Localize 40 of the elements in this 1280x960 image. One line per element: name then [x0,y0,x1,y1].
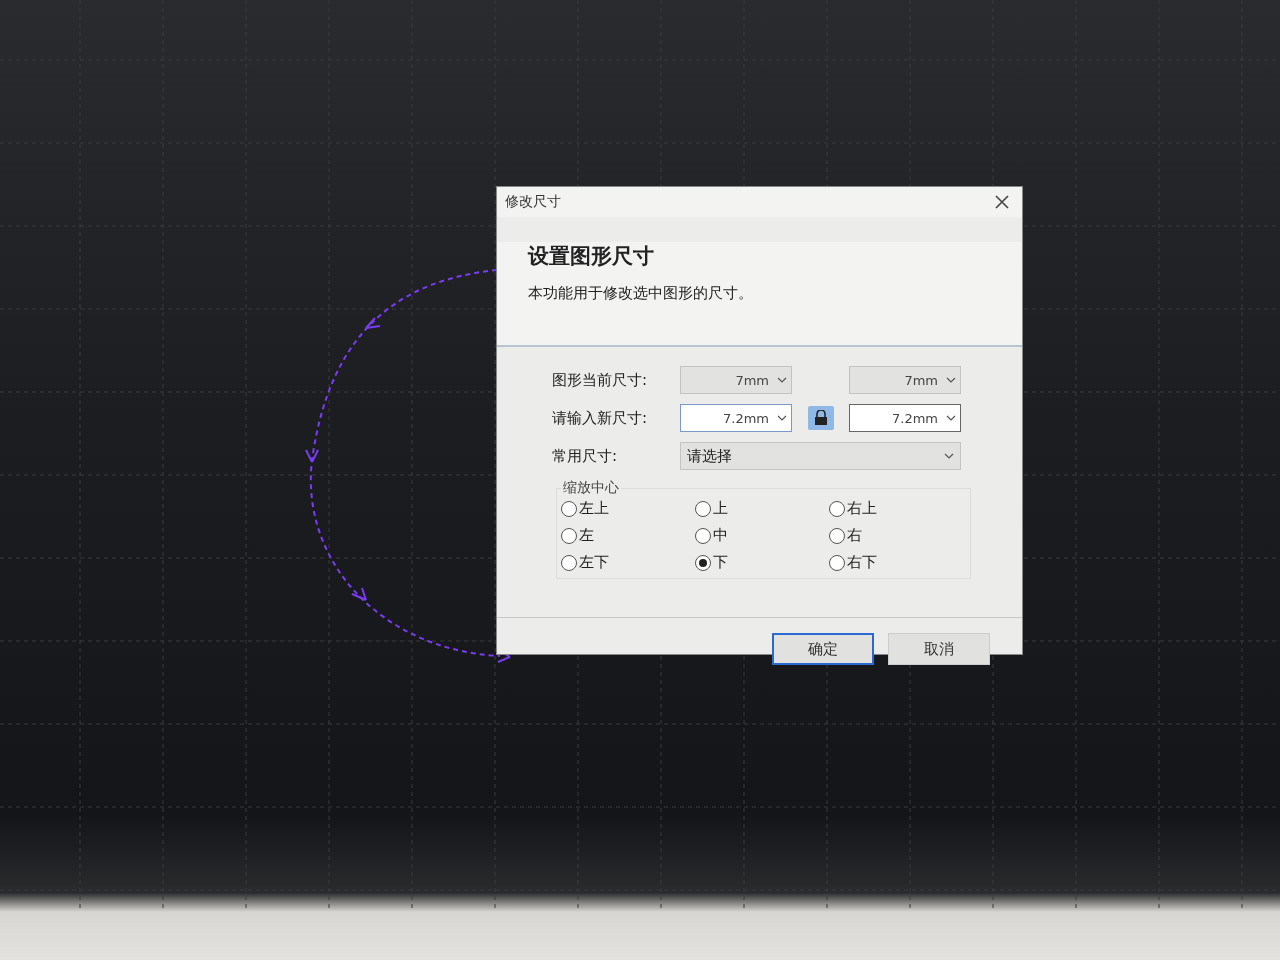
width-combo[interactable]: 7mm [680,366,792,394]
group-label: 缩放中心 [562,479,620,497]
radio-button[interactable] [561,527,577,544]
ok-button[interactable]: 确定 [772,633,874,665]
radio-button[interactable] [695,500,711,517]
dialog-heading: 设置图形尺寸 [528,243,655,270]
caret-icon [944,453,954,459]
radio-option[interactable]: 右上 [829,499,963,518]
caret-icon [946,377,956,383]
width-combo[interactable]: 7.2mm [680,404,792,432]
field-label: 请输入新尺寸: [552,408,649,428]
radio-button[interactable] [695,554,711,571]
field-label: 图形当前尺寸: [552,370,649,390]
height-combo[interactable]: 7.2mm [849,404,961,432]
radio-option[interactable]: 左上 [561,499,695,518]
radio-button[interactable] [695,527,711,544]
radio-option[interactable]: 左 [561,526,695,545]
padlock-icon [813,410,828,426]
cancel-button[interactable]: 取消 [888,633,990,665]
radio-option[interactable]: 右下 [829,553,963,572]
field-label: 常用尺寸: [552,446,619,466]
radio-button[interactable] [561,500,577,517]
window-title: 修改尺寸 [505,193,561,211]
radio-button[interactable] [829,500,845,517]
radio-button[interactable] [829,527,845,544]
radio-button[interactable] [561,554,577,571]
height-combo[interactable]: 7mm [849,366,961,394]
radio-option[interactable]: 上 [695,499,829,518]
radio-option[interactable]: 下 [695,553,829,572]
common-size-dropdown[interactable]: 请选择 [680,442,961,470]
dialog-description: 本功能用于修改选中图形的尺寸。 [528,284,754,303]
close-icon[interactable] [994,194,1010,210]
radio-option[interactable]: 左下 [561,553,695,572]
radio-option[interactable]: 中 [695,526,829,545]
caret-icon [777,377,787,383]
radio-button[interactable] [829,554,845,571]
caret-icon [946,415,956,421]
lock-toggle[interactable] [807,406,834,430]
radio-option[interactable]: 右 [829,526,963,545]
caret-icon [777,415,787,421]
